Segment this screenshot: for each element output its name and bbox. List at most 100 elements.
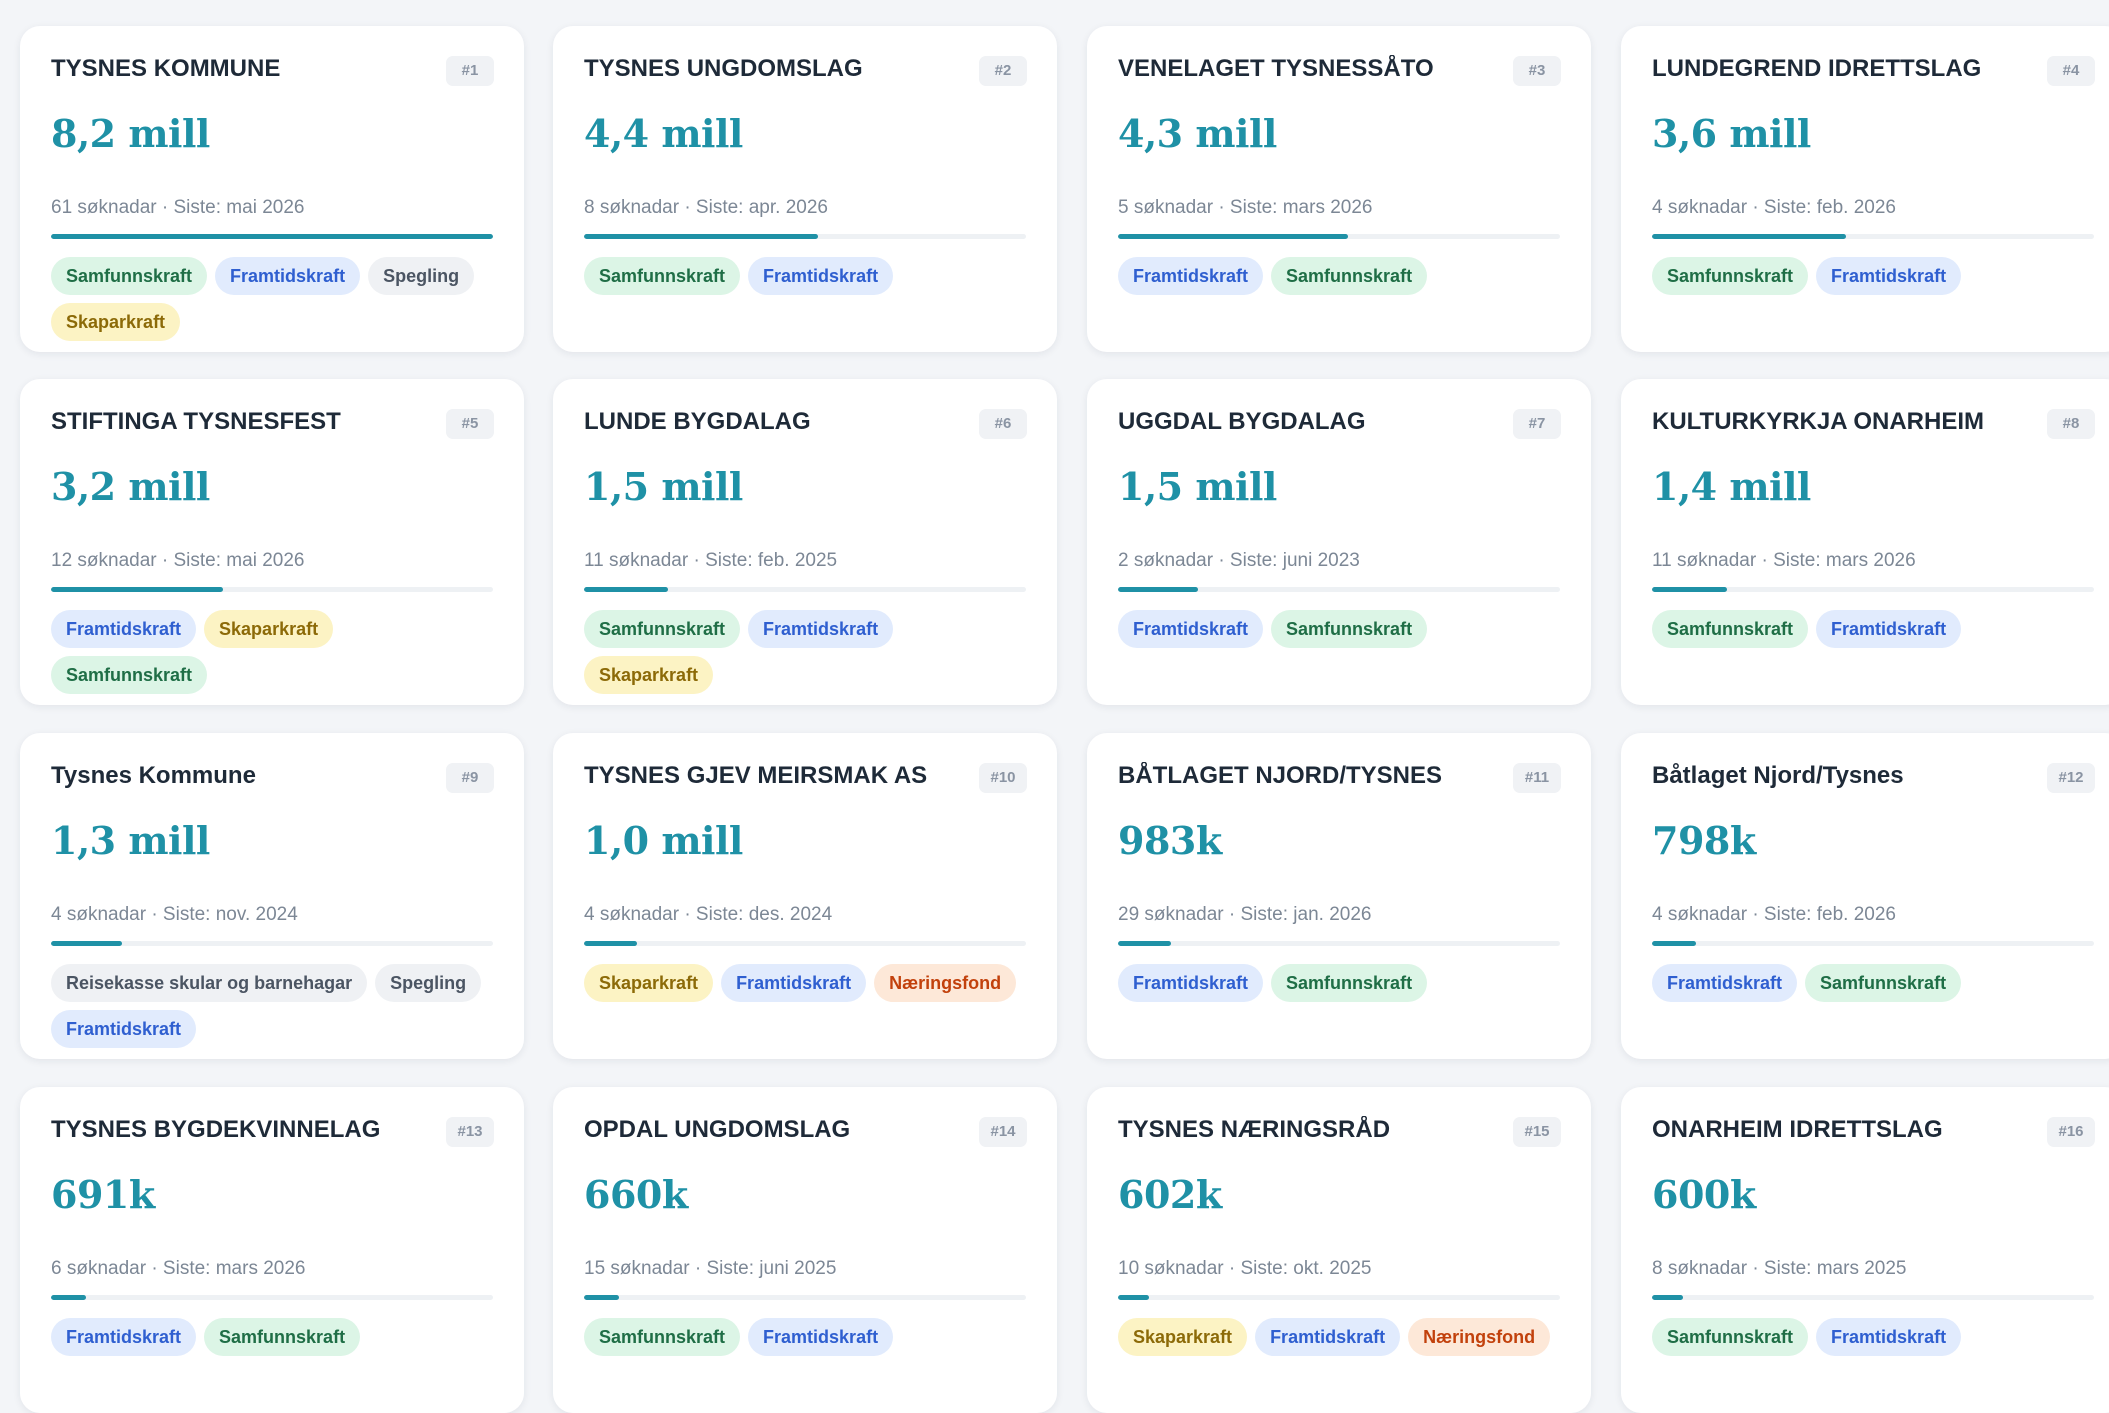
amount-progress-fill	[1118, 1295, 1149, 1300]
category-tag[interactable]: Samfunnskraft	[1652, 610, 1809, 648]
category-tag[interactable]: Samfunnskraft	[1805, 964, 1962, 1002]
category-tag[interactable]: Samfunnskraft	[1652, 257, 1809, 295]
recipient-card[interactable]: VENELAGET TYSNESSÅTO #3 4,3 mill 5 søknadar…	[1087, 26, 1591, 352]
grant-amount: 660k	[584, 1172, 688, 1217]
category-tag[interactable]: Samfunnskraft	[1271, 257, 1428, 295]
category-tag[interactable]: Spegling	[375, 964, 482, 1002]
category-tag[interactable]: Skaparkraft	[1118, 1318, 1248, 1356]
rank-badge: #8	[2047, 409, 2095, 439]
category-tags: Samfunnskraft Framtidskraft Skaparkraft	[584, 610, 1029, 694]
grant-amount: 1,0 mill	[584, 818, 743, 863]
amount-progress-fill	[1652, 587, 1728, 592]
category-tag[interactable]: Næringsfond	[874, 964, 1017, 1002]
category-tag[interactable]: Spegling	[368, 257, 475, 295]
recipient-card[interactable]: TYSNES GJEV MEIRSMAK AS #10 1,0 mill 4 søkn…	[553, 733, 1057, 1059]
category-tag[interactable]: Samfunnskraft	[204, 1318, 361, 1356]
category-tag[interactable]: Framtidskraft	[1118, 610, 1264, 648]
category-tag[interactable]: Framtidskraft	[721, 964, 867, 1002]
rank-badge: #2	[979, 56, 1027, 86]
category-tag[interactable]: Samfunnskraft	[584, 610, 741, 648]
recipient-name: TYSNES UNGDOMSLAG	[584, 55, 863, 82]
recipient-card[interactable]: TYSNES NÆRINGSRÅD #15 602k 10 søknadar · Si…	[1087, 1087, 1591, 1413]
recipient-card[interactable]: LUNDEGREND IDRETTSLAG #4 3,6 mill 4 søknada…	[1621, 26, 2109, 352]
recipient-card[interactable]: Tysnes Kommune #9 1,3 mill 4 søknadar · Sis…	[20, 733, 524, 1059]
recipient-card[interactable]: TYSNES KOMMUNE #1 8,2 mill 61 søknadar · Si…	[20, 26, 524, 352]
category-tag[interactable]: Næringsfond	[1408, 1318, 1551, 1356]
category-tags: Samfunnskraft Framtidskraft	[1652, 610, 2097, 648]
category-tag[interactable]: Framtidskraft	[215, 257, 361, 295]
amount-progress-bar	[1652, 234, 2094, 239]
recipient-card[interactable]: TYSNES BYGDEKVINNELAG #13 691k 6 søknadar ·…	[20, 1087, 524, 1413]
recipient-card[interactable]: STIFTINGA TYSNESFEST #5 3,2 mill 12 søknada…	[20, 379, 524, 705]
category-tags: Skaparkraft Framtidskraft Næringsfond	[1118, 1318, 1563, 1356]
recipient-name: TYSNES BYGDEKVINNELAG	[51, 1116, 381, 1143]
grant-amount: 602k	[1118, 1172, 1222, 1217]
recipient-card[interactable]: TYSNES UNGDOMSLAG #2 4,4 mill 8 søknadar · …	[553, 26, 1057, 352]
amount-progress-bar	[584, 587, 1026, 592]
recipient-card[interactable]: OPDAL UNGDOMSLAG #14 660k 15 søknadar · Sis…	[553, 1087, 1057, 1413]
category-tag[interactable]: Framtidskraft	[1652, 964, 1798, 1002]
amount-progress-fill	[584, 1295, 620, 1300]
category-tag[interactable]: Framtidskraft	[748, 257, 894, 295]
rank-badge: #6	[979, 409, 1027, 439]
category-tag[interactable]: Framtidskraft	[51, 610, 197, 648]
category-tag[interactable]: Skaparkraft	[204, 610, 334, 648]
category-tags: Samfunnskraft Framtidskraft	[1652, 1318, 2097, 1356]
application-summary: 61 søknadar · Siste: mai 2026	[51, 197, 305, 218]
category-tag[interactable]: Framtidskraft	[1816, 1318, 1962, 1356]
category-tag[interactable]: Framtidskraft	[51, 1318, 197, 1356]
recipient-name: ONARHEIM IDRETTSLAG	[1652, 1116, 1943, 1143]
category-tag[interactable]: Samfunnskraft	[51, 257, 208, 295]
recipient-name: STIFTINGA TYSNESFEST	[51, 408, 341, 435]
category-tags: Framtidskraft Skaparkraft Samfunnskraft	[51, 610, 496, 694]
category-tag[interactable]: Samfunnskraft	[1271, 964, 1428, 1002]
application-summary: 12 søknadar · Siste: mai 2026	[51, 550, 305, 571]
category-tag[interactable]: Reisekasse skular og barnehagar	[51, 964, 368, 1002]
amount-progress-bar	[584, 1295, 1026, 1300]
recipient-card[interactable]: BÅTLAGET NJORD/TYSNES #11 983k 29 søknadar …	[1087, 733, 1591, 1059]
recipient-card[interactable]: ONARHEIM IDRETTSLAG #16 600k 8 søknadar · S…	[1621, 1087, 2109, 1413]
application-summary: 10 søknadar · Siste: okt. 2025	[1118, 1258, 1372, 1279]
recipient-card[interactable]: LUNDE BYGDALAG #6 1,5 mill 11 søknadar · Si…	[553, 379, 1057, 705]
category-tag[interactable]: Samfunnskraft	[1271, 610, 1428, 648]
category-tag[interactable]: Framtidskraft	[51, 1010, 197, 1048]
amount-progress-fill	[51, 587, 224, 592]
category-tag[interactable]: Framtidskraft	[748, 1318, 894, 1356]
amount-progress-fill	[1118, 234, 1348, 239]
category-tag[interactable]: Skaparkraft	[584, 656, 714, 694]
category-tag[interactable]: Samfunnskraft	[51, 656, 208, 694]
category-tags: Framtidskraft Samfunnskraft	[51, 1318, 496, 1356]
recipient-name: KULTURKYRKJA ONARHEIM	[1652, 408, 1984, 435]
category-tag[interactable]: Framtidskraft	[748, 610, 894, 648]
category-tag[interactable]: Framtidskraft	[1816, 610, 1962, 648]
grant-amount: 1,5 mill	[584, 464, 743, 509]
category-tag[interactable]: Framtidskraft	[1118, 964, 1264, 1002]
recipient-name: BÅTLAGET NJORD/TYSNES	[1118, 762, 1443, 789]
category-tag[interactable]: Samfunnskraft	[1652, 1318, 1809, 1356]
recipient-card[interactable]: Båtlaget Njord/Tysnes #12 798k 4 søknadar ·…	[1621, 733, 2109, 1059]
application-summary: 4 søknadar · Siste: feb. 2026	[1652, 197, 1896, 218]
application-summary: 11 søknadar · Siste: feb. 2025	[584, 550, 838, 571]
amount-progress-bar	[1118, 941, 1560, 946]
category-tag[interactable]: Framtidskraft	[1816, 257, 1962, 295]
category-tag[interactable]: Framtidskraft	[1255, 1318, 1401, 1356]
category-tag[interactable]: Samfunnskraft	[584, 1318, 741, 1356]
amount-progress-fill	[1652, 941, 1697, 946]
grant-amount: 4,3 mill	[1118, 111, 1277, 156]
grant-amount: 691k	[51, 1172, 155, 1217]
grant-amount: 983k	[1118, 818, 1222, 863]
category-tags: Framtidskraft Samfunnskraft	[1118, 964, 1563, 1002]
recipient-card[interactable]: KULTURKYRKJA ONARHEIM #8 1,4 mill 11 søknad…	[1621, 379, 2109, 705]
category-tag[interactable]: Skaparkraft	[584, 964, 714, 1002]
category-tags: Samfunnskraft Framtidskraft	[584, 257, 1029, 295]
category-tags: Samfunnskraft Framtidskraft	[1652, 257, 2097, 295]
amount-progress-bar	[1652, 1295, 2094, 1300]
amount-progress-bar	[1652, 941, 2094, 946]
recipient-card[interactable]: UGGDAL BYGDALAG #7 1,5 mill 2 søknadar · Si…	[1087, 379, 1591, 705]
category-tag[interactable]: Skaparkraft	[51, 303, 181, 341]
recipient-name: Båtlaget Njord/Tysnes	[1652, 762, 1904, 789]
category-tags: Samfunnskraft Framtidskraft Spegling Skapar…	[51, 257, 496, 341]
category-tag[interactable]: Framtidskraft	[1118, 257, 1264, 295]
application-summary: 4 søknadar · Siste: nov. 2024	[51, 904, 298, 925]
category-tag[interactable]: Samfunnskraft	[584, 257, 741, 295]
